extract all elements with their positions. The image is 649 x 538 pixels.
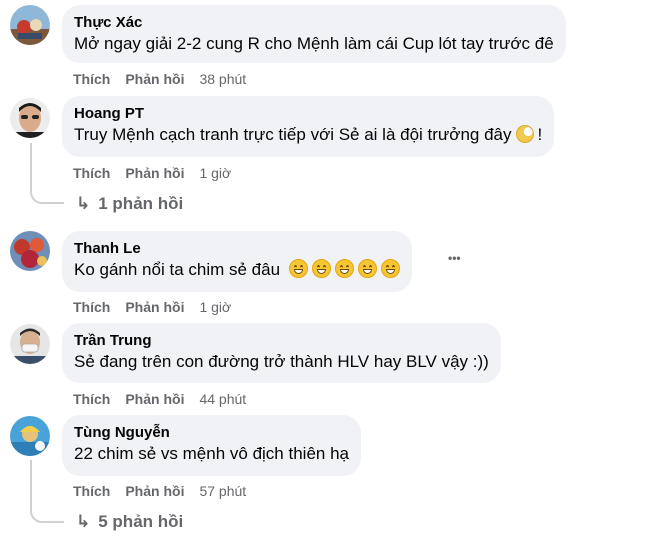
comment-bubble: Thanh Le Ko gánh nổi ta chim sẻ đâu <box>62 231 412 292</box>
avatar[interactable] <box>10 231 50 271</box>
thread-line <box>30 143 32 185</box>
reply-button[interactable]: Phản hồi <box>125 71 184 87</box>
comment-bubble: Trần Trung Sẻ đang trên con đường trở th… <box>62 323 501 383</box>
comment-timestamp[interactable]: 38 phút <box>199 71 246 87</box>
comment-actions: Thích Phản hồi 1 giờ <box>73 298 231 316</box>
avatar[interactable] <box>10 416 50 456</box>
thread-line <box>30 460 32 504</box>
more-options-icon[interactable]: ••• <box>448 251 461 265</box>
comment-timestamp[interactable]: 1 giờ <box>199 165 231 181</box>
comment-timestamp[interactable]: 44 phút <box>199 391 246 407</box>
comment-author[interactable]: Trần Trung <box>74 331 489 350</box>
thread-connector <box>30 503 64 523</box>
view-replies-link[interactable]: ↳ 5 phản hồi <box>76 511 183 533</box>
comment-author[interactable]: Thực Xác <box>74 13 554 32</box>
grinning-face-icon <box>311 259 331 278</box>
comment-author[interactable]: Tùng Nguyễn <box>74 423 349 442</box>
comment-bubble: Tùng Nguyễn 22 chim sẻ vs mệnh vô địch t… <box>62 415 361 476</box>
comment-actions: Thích Phản hồi 1 giờ <box>73 164 231 182</box>
reply-button[interactable]: Phản hồi <box>125 299 184 315</box>
avatar[interactable] <box>10 98 50 138</box>
comment-text: 22 chim sẻ vs mệnh vô địch thiên hạ <box>74 444 349 463</box>
grinning-face-icon <box>357 259 377 278</box>
comment-bubble: Thực Xác Mở ngay giải 2-2 cung R cho Mện… <box>62 5 566 63</box>
grinning-face-icon <box>334 259 354 278</box>
avatar-image <box>10 416 50 456</box>
like-button[interactable]: Thích <box>73 165 110 181</box>
like-button[interactable]: Thích <box>73 71 110 87</box>
comment-text-suffix: ! <box>537 125 543 144</box>
comment-bubble: Hoang PT Truy Mệnh cạch tranh trực tiếp … <box>62 96 555 157</box>
like-button[interactable]: Thích <box>73 483 110 499</box>
reply-button[interactable]: Phản hồi <box>125 391 184 407</box>
comment-text: Sẻ đang trên con đường trở thành HLV hay… <box>74 352 489 371</box>
comment-timestamp[interactable]: 57 phút <box>199 483 246 499</box>
comment-text: Truy Mệnh cạch tranh trực tiếp với Sẻ ai… <box>74 123 542 147</box>
reply-button[interactable]: Phản hồi <box>125 483 184 499</box>
moon-face-icon <box>515 125 534 143</box>
comment-text: Mở ngay giải 2-2 cung R cho Mệnh làm cái… <box>74 34 554 53</box>
like-button[interactable]: Thích <box>73 299 110 315</box>
avatar-image <box>10 231 50 271</box>
avatar-image <box>10 98 50 138</box>
avatar-image <box>10 324 50 364</box>
comment-actions: Thích Phản hồi 57 phút <box>73 482 246 500</box>
reply-arrow-icon: ↳ <box>76 512 91 531</box>
replies-count: 5 phản hồi <box>98 512 184 531</box>
reply-arrow-icon: ↳ <box>76 194 91 213</box>
comment-actions: Thích Phản hồi 38 phút <box>73 70 246 88</box>
grinning-face-icon <box>288 259 308 278</box>
avatar-image <box>10 5 50 45</box>
view-replies-link[interactable]: ↳ 1 phản hồi <box>76 193 183 215</box>
avatar[interactable] <box>10 5 50 45</box>
reply-button[interactable]: Phản hồi <box>125 165 184 181</box>
comment-actions: Thích Phản hồi 44 phút <box>73 390 246 408</box>
comment-text-body: Truy Mệnh cạch tranh trực tiếp với Sẻ ai… <box>74 125 512 144</box>
grinning-face-icon <box>380 259 400 278</box>
avatar[interactable] <box>10 324 50 364</box>
comment-timestamp[interactable]: 1 giờ <box>199 299 231 315</box>
like-button[interactable]: Thích <box>73 391 110 407</box>
replies-count: 1 phản hồi <box>98 194 184 213</box>
comment-author[interactable]: Hoang PT <box>74 104 542 123</box>
comment-text-body: Ko gánh nổi ta chim sẻ đâu <box>74 260 281 279</box>
comment-author[interactable]: Thanh Le <box>74 239 400 258</box>
thread-connector <box>30 184 64 204</box>
comment-text: Ko gánh nổi ta chim sẻ đâu <box>74 258 400 282</box>
